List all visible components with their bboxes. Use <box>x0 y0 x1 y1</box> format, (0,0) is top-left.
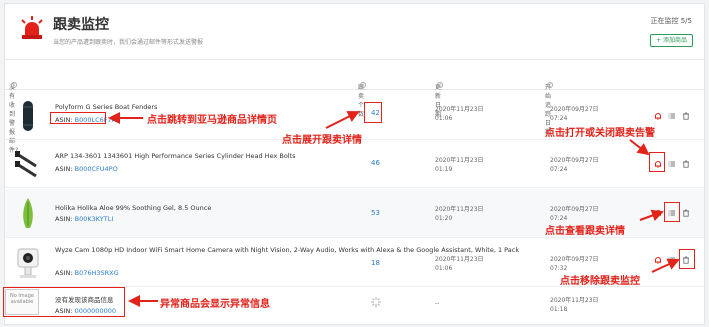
annotation-error: 异常商品会显示异常信息 <box>160 299 270 310</box>
annotation-view: 点击查看跟卖详情 <box>545 226 625 237</box>
annotation-alert: 点击打开或关闭跟卖告警 <box>545 128 655 139</box>
annotation-remove: 点击移除跟卖监控 <box>560 276 640 287</box>
annotation-detail: 点击跳转到亚马逊商品详情页 <box>147 115 277 126</box>
annotation-expand: 点击展开跟卖详情 <box>282 135 362 146</box>
